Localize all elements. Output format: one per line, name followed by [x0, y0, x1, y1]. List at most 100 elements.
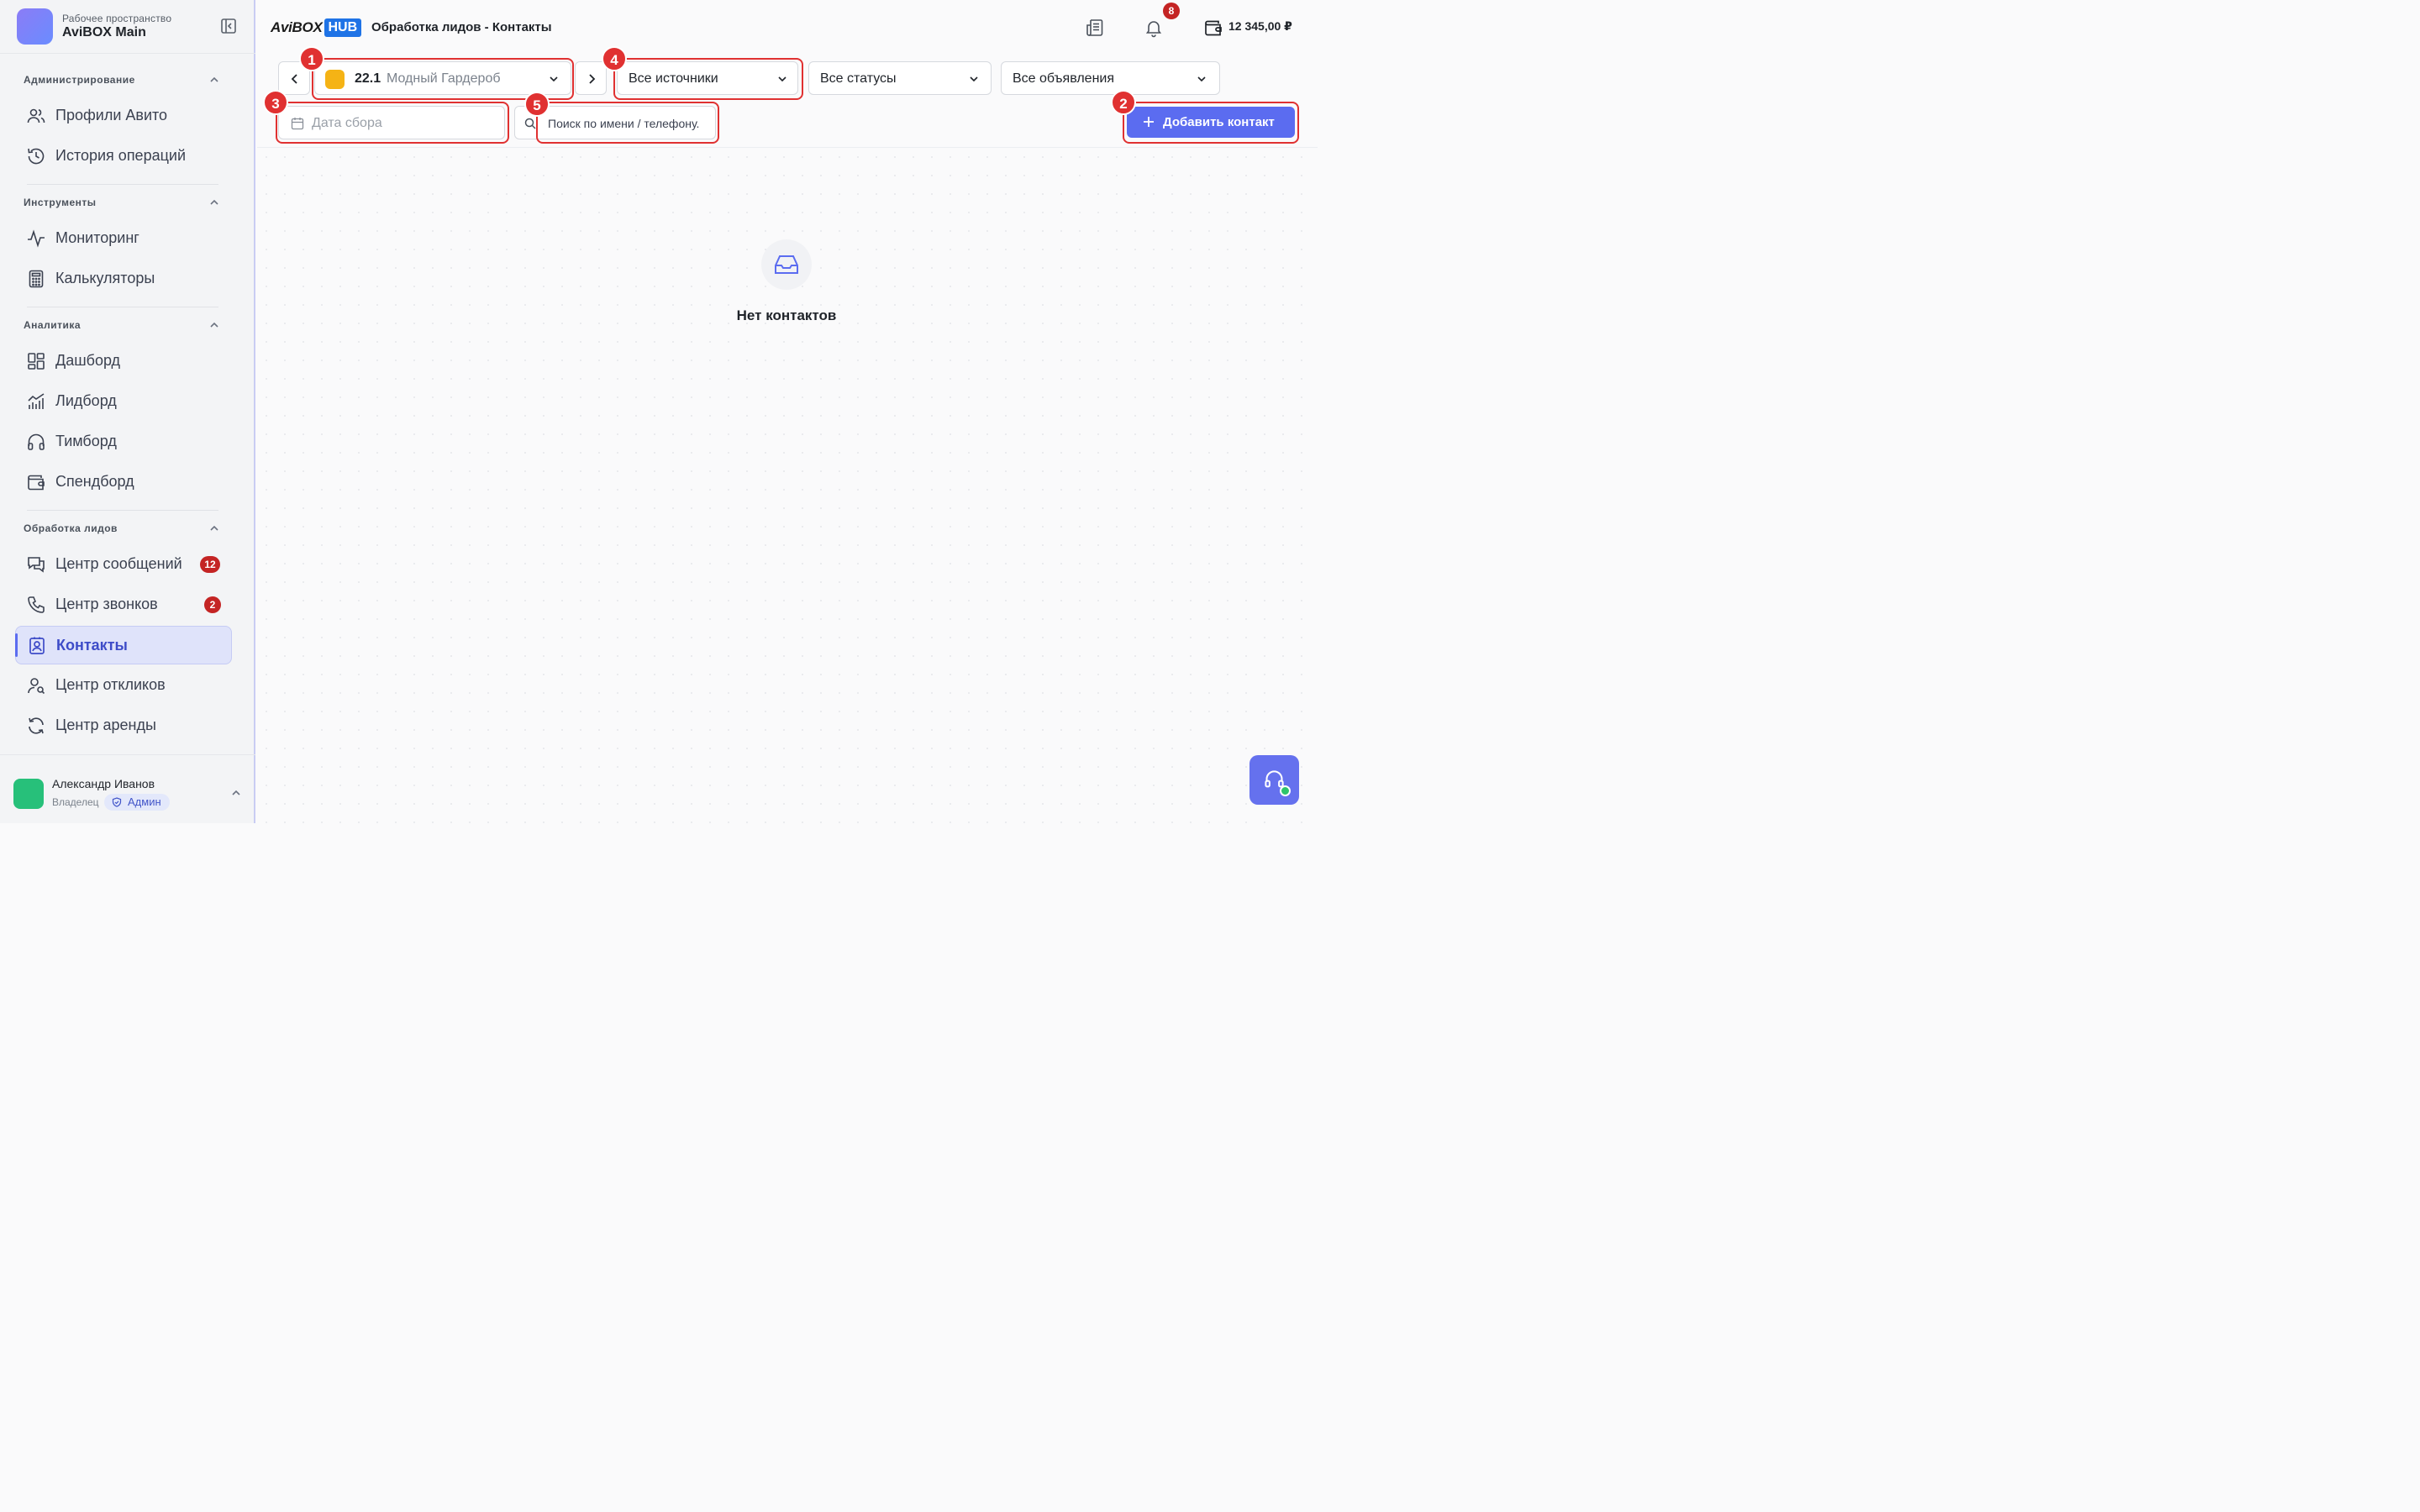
history-icon — [28, 148, 45, 165]
breadcrumb: Обработка лидов - Контакты — [371, 20, 552, 34]
account-name: Модный Гардероб — [387, 71, 501, 86]
status-select[interactable]: Все статусы — [808, 61, 992, 95]
section-header-analytics[interactable]: Аналитика — [24, 319, 81, 331]
calculator-icon — [29, 270, 44, 288]
wallet-icon — [28, 475, 45, 491]
divider — [27, 510, 218, 511]
sidebar-item-teamboard[interactable]: Тимборд — [15, 423, 232, 461]
account-id: 22.1 — [355, 71, 381, 86]
add-contact-button[interactable]: Добавить контакт — [1127, 107, 1295, 138]
shield-icon — [112, 797, 122, 807]
account-select[interactable]: 22.1 Модный Гардероб — [314, 61, 571, 95]
sidebar-item-messages[interactable]: Центр сообщений 12 — [15, 545, 232, 584]
source-select-value: Все источники — [629, 71, 718, 86]
ads-select[interactable]: Все объявления — [1001, 61, 1220, 95]
calendar-icon — [291, 118, 304, 130]
notifications-count-badge: 8 — [1163, 3, 1180, 19]
dashboard-icon — [28, 353, 45, 370]
section-header-admin[interactable]: Администрирование — [24, 74, 135, 86]
chevron-down-icon — [550, 76, 558, 82]
main-content: AviBOX HUB Обработка лидов - Контакты 8 … — [257, 0, 1318, 823]
sidebar-item-avito-profiles[interactable]: Профили Авито — [15, 97, 232, 135]
sidebar-item-leadboard[interactable]: Лидборд — [15, 382, 232, 421]
source-select[interactable]: Все источники — [617, 61, 798, 95]
search-placeholder: Поиск по имени / телефону. — [548, 117, 700, 130]
chevron-up-icon[interactable] — [208, 319, 220, 331]
messages-icon — [28, 557, 45, 573]
sidebar-item-dashboard[interactable]: Дашборд — [15, 342, 232, 381]
annotation-marker-4: 4 — [602, 46, 627, 71]
inbox-icon — [775, 255, 798, 274]
sidebar-item-contacts[interactable]: Контакты — [15, 626, 232, 664]
chevron-down-icon — [778, 76, 786, 82]
sidebar-item-responses[interactable]: Центр откликов — [15, 666, 232, 705]
sidebar-item-rent[interactable]: Центр аренды — [15, 706, 232, 745]
section-header-leads[interactable]: Обработка лидов — [24, 522, 118, 534]
sidebar-item-calls[interactable]: Центр звонков 2 — [15, 585, 232, 624]
empty-state-icon — [761, 239, 812, 290]
date-picker[interactable]: Дата сбора — [278, 106, 505, 139]
empty-state-text: Нет контактов — [736, 307, 837, 323]
support-chat-button[interactable] — [1249, 755, 1299, 805]
brand-logo[interactable]: AviBOX HUB — [271, 17, 362, 39]
admin-badge: Админ — [104, 794, 170, 811]
users-icon — [27, 108, 45, 123]
sidebar-item-label: Центр аренды — [55, 717, 156, 733]
next-account-button[interactable] — [575, 61, 607, 95]
phone-icon — [28, 596, 45, 613]
unread-count-badge: 12 — [200, 556, 220, 573]
user-profile-menu[interactable]: Александр Иванов Владелец Админ — [0, 754, 255, 823]
annotation-marker-3: 3 — [263, 90, 288, 115]
plus-icon — [1144, 117, 1154, 127]
workspace-logo — [17, 8, 53, 45]
sidebar-item-calculators[interactable]: Калькуляторы — [15, 260, 232, 298]
top-bar: AviBOX HUB Обработка лидов - Контакты 8 … — [257, 0, 1318, 54]
user-search-icon — [28, 678, 45, 695]
account-color-swatch — [325, 70, 345, 89]
chevron-up-icon[interactable] — [208, 522, 220, 534]
online-status-dot — [1280, 785, 1291, 796]
workspace-subtitle: Рабочее пространство — [62, 13, 172, 24]
sidebar: Рабочее пространство AviBOX Main Админис… — [0, 0, 255, 823]
chevron-left-icon — [291, 74, 297, 84]
sidebar-item-label: Центр сообщений — [55, 555, 182, 572]
app-root: Рабочее пространство AviBOX Main Админис… — [0, 0, 1318, 823]
sidebar-item-label: Дашборд — [55, 352, 121, 369]
workspace-title: AviBOX Main — [62, 25, 146, 39]
date-placeholder: Дата сбора — [312, 116, 382, 130]
news-icon[interactable] — [1085, 18, 1105, 38]
user-role: Владелец — [52, 796, 99, 808]
status-select-value: Все статусы — [820, 71, 897, 86]
divider — [27, 184, 218, 185]
sidebar-item-label: Мониторинг — [55, 229, 139, 246]
chart-icon — [28, 393, 45, 409]
avatar — [13, 779, 44, 809]
ads-select-value: Все объявления — [1013, 71, 1115, 86]
wallet-icon[interactable] — [1203, 18, 1223, 38]
add-contact-label: Добавить контакт — [1163, 115, 1275, 129]
chevron-up-icon[interactable] — [208, 74, 220, 86]
sidebar-item-label: Лидборд — [55, 392, 117, 409]
sidebar-item-monitoring[interactable]: Мониторинг — [15, 219, 232, 258]
sidebar-item-label: Центр откликов — [55, 676, 166, 693]
sidebar-item-label: Спендборд — [55, 473, 134, 490]
annotation-marker-2: 2 — [1111, 90, 1136, 115]
balance-amount[interactable]: 12 345,00 ₽ — [1228, 19, 1292, 34]
collapse-sidebar-icon[interactable] — [220, 18, 237, 34]
chevron-up-icon[interactable] — [230, 787, 242, 799]
workspace-switcher[interactable]: Рабочее пространство AviBOX Main — [0, 0, 255, 54]
chevron-up-icon[interactable] — [208, 197, 220, 208]
user-name: Александр Иванов — [52, 777, 155, 790]
sidebar-item-label: Контакты — [56, 637, 128, 654]
admin-badge-label: Админ — [128, 795, 161, 808]
section-header-tools[interactable]: Инструменты — [24, 197, 97, 208]
sidebar-item-label: Калькуляторы — [55, 270, 155, 286]
sidebar-item-history[interactable]: История операций — [15, 137, 232, 176]
sidebar-item-spendboard[interactable]: Спендборд — [15, 463, 232, 501]
headphones-icon — [28, 433, 45, 450]
missed-calls-badge: 2 — [204, 596, 221, 613]
bell-icon[interactable] — [1144, 18, 1164, 38]
brand-name: AviBOX — [271, 19, 323, 35]
search-icon — [524, 118, 536, 129]
activity-icon — [28, 229, 45, 248]
